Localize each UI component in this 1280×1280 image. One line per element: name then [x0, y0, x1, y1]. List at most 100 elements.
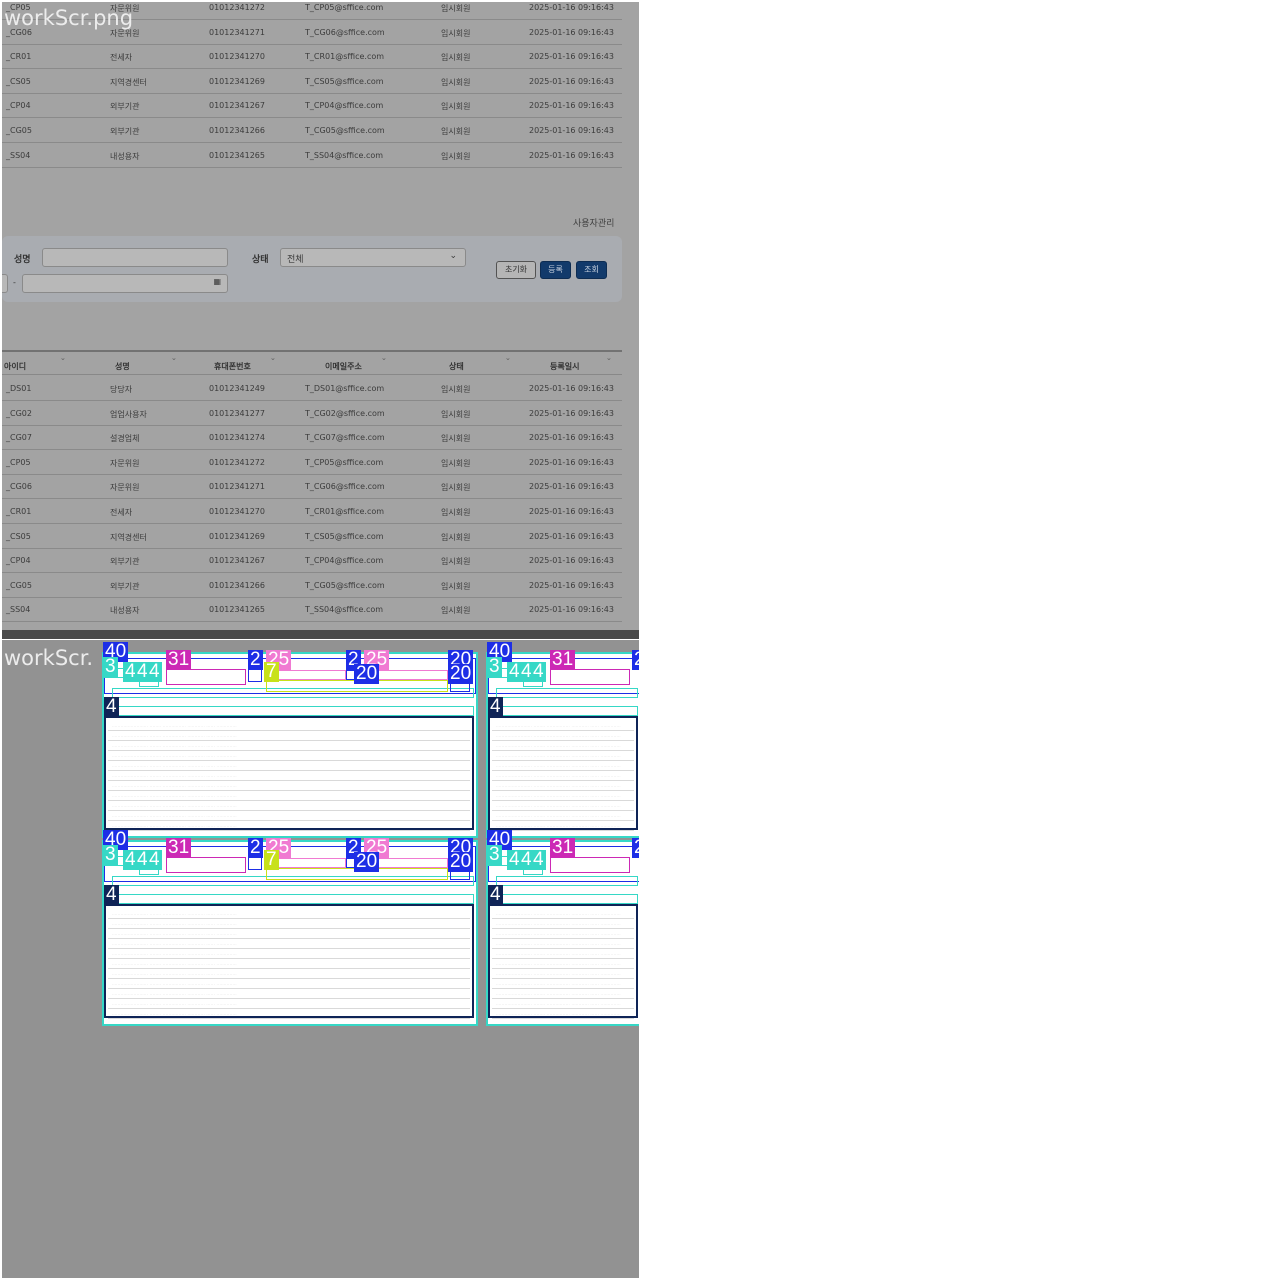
annotation-label: 20	[632, 838, 639, 858]
table-row[interactable]: _CG05 외부기관 01012341266 T_CG05@sffice.com 임시회…	[2, 573, 622, 598]
annotation-label: 4	[147, 849, 162, 870]
box-input	[550, 669, 630, 685]
annotation-label: 20	[448, 663, 474, 684]
table-cell: 01012341271	[209, 27, 265, 37]
table-row[interactable]: _CR01 전세자 01012341270 T_CR01@sffice.com 임시회원…	[2, 44, 622, 70]
column-header[interactable]: 등록일시	[550, 361, 579, 372]
table-cell: 자문위원	[110, 483, 140, 493]
table-row[interactable]: _CS05 지역경센터 01012341269 T_CS05@sffice.com 임시…	[2, 524, 622, 549]
table-row[interactable]: _CG05 외부기관 01012341266 T_CG05@sffice.com 임시회…	[2, 118, 622, 143]
mini-row-text: ························· ········ ·····…	[496, 992, 622, 996]
mini-row-text: ························· ········ ·····…	[112, 744, 238, 748]
table-cell: 임시회원	[441, 53, 471, 63]
mini-row-text: ························· ········ ·····…	[496, 952, 622, 956]
mini-row-line	[108, 1008, 470, 1009]
chevron-down-icon[interactable]: ⌄	[171, 354, 177, 362]
table-row[interactable]: _CP04 외부기관 01012341267 T_CP04@sffice.com 임시회…	[2, 548, 622, 574]
table-row[interactable]: _CR01 전세자 01012341270 T_CR01@sffice.com 임시회원…	[2, 499, 622, 524]
chevron-down-icon[interactable]: ⌄	[60, 354, 66, 362]
mini-row-text: ························· ········ ·····…	[112, 824, 238, 828]
table-cell: 2025-01-16 09:16:43	[529, 76, 614, 86]
table-cell: 2025-01-16 09:16:43	[529, 101, 614, 111]
table-cell: T_SS04@sffice.com	[305, 150, 384, 160]
mini-row-text: ························· ········ ·····…	[496, 962, 622, 966]
table-cell: 임시회원	[441, 508, 471, 517]
table-cell: 임시회원	[441, 532, 471, 542]
mini-row-text: ························· ········ ·····…	[112, 992, 238, 996]
table-row[interactable]: _CG07 설경업체 01012341274 T_CG07@sffice.com 임시회…	[2, 425, 622, 451]
mini-row-text: ························· ········ ·····…	[112, 734, 238, 738]
table-row[interactable]: _DS01 당당자 01012341249 T_DS01@sffice.com 임시회원…	[2, 376, 622, 401]
column-header[interactable]: 상태	[449, 361, 464, 372]
table-cell: _SS04	[6, 150, 31, 160]
date-end-input[interactable]: ▦	[22, 274, 228, 293]
table-cell: 외부기관	[110, 557, 140, 567]
chevron-down-icon: ⌄	[449, 251, 457, 261]
table-cell: 임시회원	[441, 77, 471, 87]
column-header[interactable]: 이메일주소	[325, 361, 362, 372]
table-cell: 01012341274	[209, 433, 265, 443]
table-cell: 외부기관	[110, 102, 140, 112]
table-cell: T_CP04@sffice.com	[305, 556, 384, 566]
column-header[interactable]: 성명	[115, 361, 130, 372]
table-row[interactable]: _CS05 지역경센터 01012341269 T_CS05@sffice.com 임시…	[2, 69, 622, 94]
chevron-down-icon[interactable]: ⌄	[270, 354, 276, 362]
table-cell: T_CG07@sffice.com	[305, 433, 385, 443]
box-input	[550, 857, 630, 873]
chevron-down-icon[interactable]: ⌄	[606, 354, 612, 362]
annotation-canvas: 사용자관리 성명 상태 전체 ⌄ - ▦ 초기화 등록 조회 _CP05 자문위원…	[0, 0, 1280, 1280]
mini-row-line	[108, 750, 470, 751]
mini-row-line	[108, 968, 470, 969]
table-cell: 자문위원	[110, 458, 140, 468]
table-row[interactable]: _CG06 자문위원 01012341271 T_CG06@sffice.com 임시회…	[2, 474, 622, 500]
table-cell: _CR01	[6, 52, 32, 62]
column-header[interactable]: 휴대폰번호	[214, 361, 251, 372]
date-start-input[interactable]	[2, 274, 8, 293]
search-button[interactable]: 조회	[576, 261, 607, 279]
table-cell: 임시회원	[441, 151, 471, 161]
mini-row-text: ························· ········ ·····…	[496, 794, 622, 798]
table-cell: 2025-01-16 09:16:43	[529, 580, 614, 590]
table-cell: 01012341267	[209, 556, 265, 566]
table-cell: _CP04	[6, 556, 31, 566]
table-row[interactable]: _CP04 외부기관 01012341267 T_CP04@sffice.com 임시회…	[2, 93, 622, 119]
mini-row-text: ························· ········ ·····…	[496, 724, 622, 728]
annotation-label: 31	[550, 837, 576, 858]
table-cell: 설경업체	[110, 434, 140, 444]
column-header[interactable]: 아이디	[4, 361, 26, 372]
table-cell: 01012341270	[209, 507, 265, 516]
reset-button[interactable]: 초기화	[496, 261, 536, 279]
table-cell: 01012341249	[209, 384, 265, 393]
table-row[interactable]: _SS04 내성용자 01012341265 T_SS04@sffice.com 임시회…	[2, 143, 622, 168]
register-button[interactable]: 등록	[540, 261, 571, 279]
annotation-label: 4	[488, 696, 503, 717]
name-input[interactable]	[42, 248, 228, 267]
mini-row-text: ························· ········ ·····…	[112, 784, 238, 788]
table-cell: 2025-01-16 09:16:43	[529, 605, 614, 615]
table-cell: 2025-01-16 09:16:43	[529, 384, 614, 393]
mini-row-line	[492, 1008, 634, 1009]
mini-row-text: ························· ········ ·····…	[112, 1002, 238, 1006]
chevron-down-icon[interactable]: ⌄	[381, 354, 387, 362]
annotation-label: 4	[104, 696, 119, 717]
table-cell: T_CR01@sffice.com	[305, 507, 385, 516]
annotation-label: 2	[248, 649, 263, 670]
date-range-dash: -	[13, 278, 16, 287]
table-cell: 2025-01-16 09:16:43	[529, 457, 614, 467]
table-row[interactable]: _CG02 업업사용자 01012341277 T_CG02@sffice.com 임시…	[2, 401, 622, 426]
annotation-label: 7	[264, 661, 279, 682]
mini-row-line	[108, 830, 470, 831]
chevron-down-icon[interactable]: ⌄	[505, 354, 511, 362]
grid-header: 아이디 ⌄ 성명 ⌄ 휴대폰번호 ⌄ 이메일주소 ⌄ 상태 ⌄ 등록일시 ⌄	[2, 350, 622, 375]
mini-row-line	[492, 938, 634, 939]
table-cell: 내성용자	[110, 151, 140, 161]
annotation-label: 20	[354, 851, 380, 872]
mini-row-line	[108, 978, 470, 979]
status-select[interactable]: 전체 ⌄	[280, 248, 466, 267]
mini-row-text: ························· ········ ·····…	[112, 1012, 238, 1016]
table-row[interactable]: _CP05 자문위원 01012341272 T_CP05@sffice.com 임시회…	[2, 450, 622, 475]
file-label: workScr.png	[4, 6, 134, 30]
table-row[interactable]: _SS04 내성용자 01012341265 T_SS04@sffice.com 임시회…	[2, 597, 622, 623]
mini-row-text: ························· ········ ·····…	[496, 774, 622, 778]
table-cell: 01012341277	[209, 408, 265, 418]
